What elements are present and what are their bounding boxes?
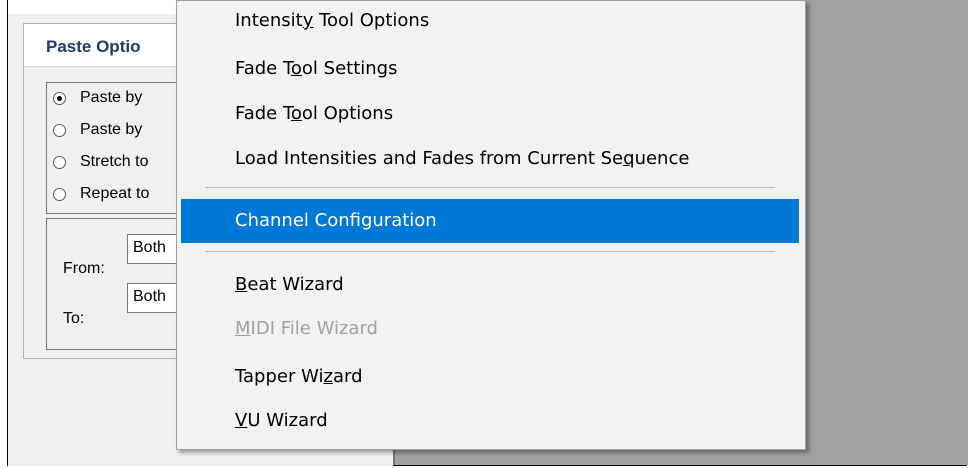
menu-item-load-intensities-and-fades[interactable]: Load Intensities and Fades from Current … [181,137,799,181]
paste-mode-option-3[interactable]: Stretch to [53,150,148,174]
menu-item-mnemonic: z [323,366,333,387]
menu-item-mnemonic: y [302,10,314,31]
paste-mode-label: Paste by [80,89,143,106]
menu-item-mnemonic: M [235,318,251,339]
menu-item-mnemonic: q [623,148,635,169]
radio-button[interactable] [53,187,66,201]
menu-item-text: ol Settings [301,58,398,79]
paste-options-title: Paste Optio [46,37,141,56]
radio-button[interactable] [53,155,66,169]
menu-item-text: Tool Options [313,10,430,31]
menu-item-text: Tapper Wi [235,366,324,387]
menu-item-mnemonic: o [290,103,302,124]
menu-item-text: Channel Confi [235,210,361,231]
menu-item-text: U Wizard [247,410,328,431]
paste-mode-option-2[interactable]: Paste by [53,118,142,142]
paste-mode-option-4[interactable]: Repeat to [53,182,149,206]
menu-separator [205,187,775,188]
menu-item-channel-configuration[interactable]: Channel Configuration [181,199,799,243]
menu-item-text: Load Intensities and Fades from Current … [235,148,624,169]
menu-item-vu-wizard[interactable]: VU Wizard [181,399,799,443]
menu-item-text: ard [332,366,363,387]
menu-item-text: uration [372,210,437,231]
menu-item-text: Fade T [235,103,291,124]
radio-button-checked[interactable] [53,91,66,105]
menu-item-mnemonic: B [235,274,248,295]
paste-mode-label: Stretch to [80,153,149,170]
menu-item-mnemonic: o [290,58,302,79]
menu-item-text: Intensit [235,10,303,31]
menu-item-tapper-wizard[interactable]: Tapper Wizard [181,355,799,399]
menu-item-fade-tool-settings[interactable]: Fade Tool Settings [181,47,799,91]
menu-item-midi-file-wizard: MIDI File Wizard [181,307,799,351]
paste-mode-label: Repeat to [80,185,150,202]
menu-item-text: eat Wizard [247,274,344,295]
menu-item-text: uence [634,148,690,169]
menu-item-intensity-tool-options[interactable]: Intensity Tool Options [181,0,799,43]
menu-separator [205,251,775,252]
paste-mode-label: Paste by [80,121,143,138]
menu-item-mnemonic: V [235,410,248,431]
paste-mode-option-1[interactable]: Paste by [53,86,142,110]
menu-item-text: ol Options [301,103,394,124]
context-menu: Intensity Tool Options Fade Tool Setting… [176,0,806,450]
menu-item-beat-wizard[interactable]: Beat Wizard [181,263,799,307]
menu-item-fade-tool-options[interactable]: Fade Tool Options [181,92,799,136]
menu-item-text: IDI File Wizard [250,318,378,339]
menu-item-mnemonic: g [360,210,373,231]
menu-item-text: Fade T [235,58,291,79]
to-label: To: [63,310,85,327]
from-label: From: [63,260,105,277]
radio-button[interactable] [53,123,66,137]
